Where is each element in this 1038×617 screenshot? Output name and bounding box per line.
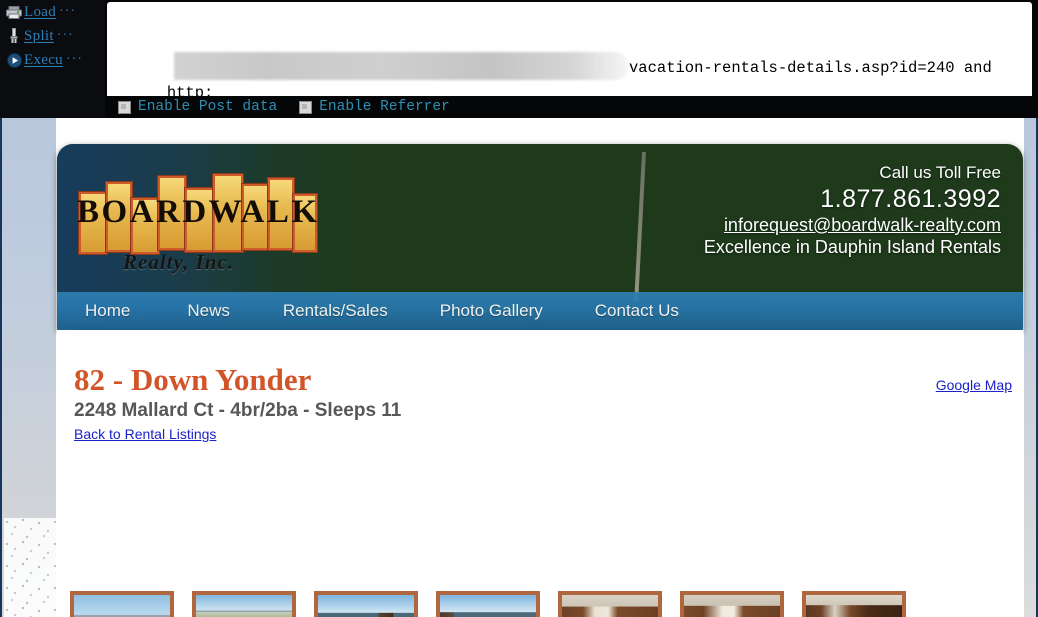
phone-number: 1.877.861.3992 bbox=[820, 185, 1001, 213]
url-textarea[interactable]: http: vacation-rentals-details.asp?id=24… bbox=[107, 2, 1032, 96]
thumbnail-pier-walkway[interactable] bbox=[436, 591, 540, 617]
page-right-margin bbox=[1024, 118, 1038, 617]
thumbnail-row-1 bbox=[70, 591, 1020, 617]
thumbnail-canal-view-homes[interactable] bbox=[192, 591, 296, 617]
syringe-icon bbox=[4, 27, 24, 45]
nav-item-rentals-sales[interactable]: Rentals/Sales bbox=[283, 301, 388, 321]
tagline-text: Excellence in Dauphin Island Rentals bbox=[703, 237, 1001, 257]
page-title: 82 - Down Yonder bbox=[74, 362, 312, 397]
listing-subtitle: 2248 Mallard Ct - 4br/2ba - Sleeps 11 bbox=[74, 400, 402, 421]
tool-menu-item-execute-label: Execu bbox=[24, 51, 63, 68]
nav-item-photo-gallery[interactable]: Photo Gallery bbox=[440, 301, 543, 321]
logo-wordmark: BOARDWALK bbox=[77, 194, 320, 230]
thumbnail-exterior-stilt-house[interactable] bbox=[70, 591, 174, 617]
main-navigation: Home News Rentals/Sales Photo Gallery Co… bbox=[57, 292, 1023, 330]
enable-referrer-label: Enable Referrer bbox=[319, 99, 450, 115]
tool-menu-item-split-label: Split bbox=[24, 27, 54, 44]
page-left-texture bbox=[4, 518, 58, 617]
enable-post-data-label: Enable Post data bbox=[138, 99, 278, 115]
sql-injection-tool-bar: Load ··· Split ··· Execu ··· http: vacat… bbox=[0, 0, 1038, 118]
thumbnail-canal-pier-view[interactable] bbox=[314, 591, 418, 617]
toll-free-label: Call us Toll Free bbox=[879, 163, 1001, 182]
enable-post-data-checkbox[interactable]: Enable Post data bbox=[118, 99, 277, 115]
checkbox-icon[interactable] bbox=[118, 100, 131, 114]
logo-subtitle: Realty, Inc. bbox=[123, 250, 234, 274]
url-scheme-text: http: bbox=[166, 84, 214, 96]
enable-referrer-checkbox[interactable]: Enable Referrer bbox=[299, 99, 450, 115]
url-line-1: http: vacation-rentals-details.asp?id=24… bbox=[111, 52, 1032, 96]
listing-content: 82 - Down Yonder 2248 Mallard Ct - 4br/2… bbox=[57, 330, 1023, 617]
tool-menu-item-execute[interactable]: Execu ··· bbox=[4, 48, 105, 72]
thumbnail-living-room-1[interactable] bbox=[558, 591, 662, 617]
tool-menu-load-dots: ··· bbox=[59, 4, 77, 19]
site-banner: BOARDWALK Realty, Inc. Call us Toll Free… bbox=[57, 144, 1023, 330]
boardwalk-realty-logo[interactable]: BOARDWALK Realty, Inc. bbox=[75, 166, 325, 286]
thumbnail-gallery bbox=[70, 591, 1020, 617]
tool-menu-item-load-label: Load bbox=[24, 3, 57, 20]
google-map-link[interactable]: Google Map bbox=[936, 377, 1012, 393]
thumbnail-living-room-kitchen-bar[interactable] bbox=[802, 591, 906, 617]
nav-item-contact-us[interactable]: Contact Us bbox=[595, 301, 679, 321]
tool-options-row: Enable Post data Enable Referrer bbox=[0, 96, 1038, 118]
tool-menu-execute-dots: ··· bbox=[65, 52, 83, 67]
page-left-margin bbox=[0, 118, 58, 617]
tool-menu-item-load[interactable]: Load ··· bbox=[4, 0, 105, 24]
checkbox-icon[interactable] bbox=[299, 100, 313, 114]
nav-item-news[interactable]: News bbox=[187, 301, 230, 321]
url-redaction-blur bbox=[174, 52, 629, 80]
url-tail-text: vacation-rentals-details.asp?id=240 and bbox=[629, 59, 992, 77]
banner-contact-block: Call us Toll Free 1.877.861.3992 inforeq… bbox=[704, 162, 1001, 259]
thumbnail-living-room-2[interactable] bbox=[680, 591, 784, 617]
play-icon bbox=[4, 51, 24, 69]
email-link[interactable]: inforequest@boardwalk-realty.com bbox=[704, 214, 1001, 236]
printer-icon bbox=[4, 3, 24, 21]
tool-menu-item-split[interactable]: Split ··· bbox=[4, 24, 105, 48]
back-to-rental-listings-link[interactable]: Back to Rental Listings bbox=[74, 426, 216, 442]
browser-page: BOARDWALK Realty, Inc. Call us Toll Free… bbox=[0, 118, 1038, 617]
tool-menu-split-dots: ··· bbox=[56, 28, 74, 43]
nav-item-home[interactable]: Home bbox=[85, 301, 130, 321]
